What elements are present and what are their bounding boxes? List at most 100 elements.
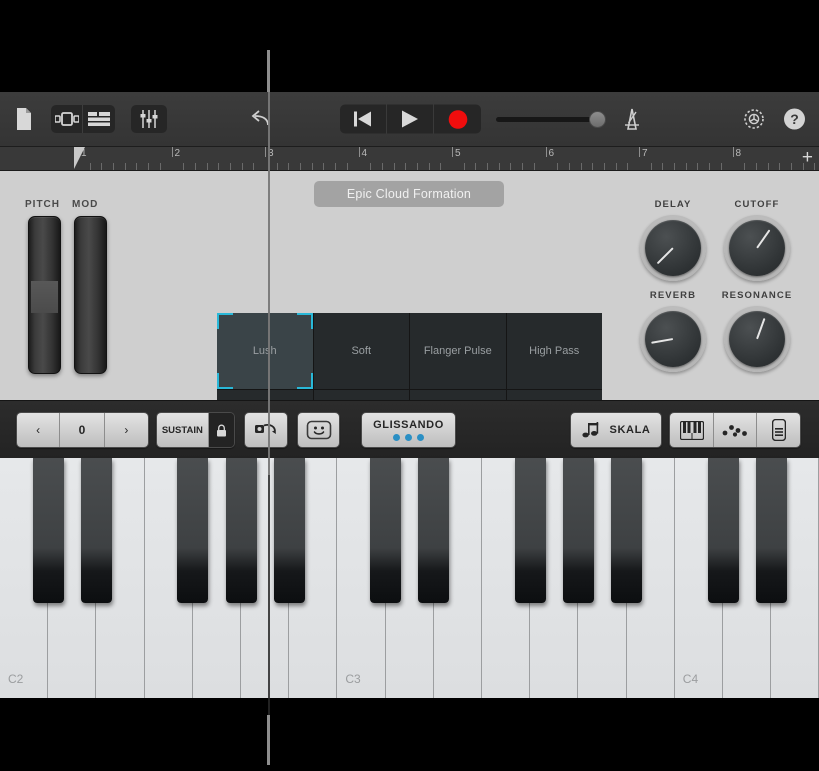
master-volume-slider[interactable] (496, 108, 606, 130)
cutoff-knob[interactable] (724, 215, 790, 281)
ruler-sub-tick (276, 163, 278, 170)
ruler-sub-tick (218, 163, 220, 170)
rewind-button[interactable] (340, 104, 387, 134)
ruler-sub-tick (381, 163, 383, 170)
ruler-sub-tick (124, 163, 126, 170)
ruler-sub-tick (697, 163, 699, 170)
ruler-sub-tick (101, 163, 103, 170)
ruler-sub-tick (755, 163, 757, 170)
resonance-knob-cap (729, 311, 785, 367)
ruler-sub-tick (662, 163, 664, 170)
preset-name-button[interactable]: Epic Cloud Formation (314, 181, 504, 207)
ruler-sub-tick (323, 163, 325, 170)
octave-up-button[interactable]: › (104, 413, 148, 447)
black-key[interactable] (370, 458, 402, 603)
undo-icon[interactable] (248, 110, 270, 128)
pad-label: Flanger Pulse (423, 345, 492, 357)
mod-wheel-label: MOD (72, 199, 99, 210)
resonance-knob-indicator (756, 317, 766, 340)
playhead[interactable] (74, 147, 85, 169)
delay-knob[interactable] (640, 215, 706, 281)
ruler-sub-tick (790, 163, 792, 170)
ruler-sub-tick (767, 163, 769, 170)
ruler-bar-tick (452, 147, 453, 157)
resonance-knob[interactable] (724, 306, 790, 372)
ruler-sub-tick (229, 163, 231, 170)
glissando-dot (404, 434, 412, 441)
glissando-button[interactable]: GLISSANDO (361, 412, 456, 448)
ruler-bar-tick (265, 147, 266, 157)
black-key[interactable] (755, 458, 787, 603)
play-button[interactable] (387, 104, 434, 134)
black-key[interactable] (177, 458, 209, 603)
black-key[interactable] (418, 458, 450, 603)
ruler-sub-tick (300, 163, 302, 170)
black-key[interactable] (514, 458, 546, 603)
ruler-sub-tick (405, 163, 407, 170)
black-key[interactable] (273, 458, 305, 603)
ruler-sub-tick (568, 163, 570, 170)
transport-controls (340, 104, 481, 134)
keyboard-control-bar: ‹ 0 › SUSTAIN GLISSANDO SKALA (0, 400, 819, 458)
gear-icon[interactable] (742, 107, 766, 131)
arpeggiator-button[interactable] (244, 412, 288, 448)
sustain-button[interactable]: SUSTAIN (157, 413, 209, 447)
glissando-dot (416, 434, 424, 441)
mixer-icon[interactable] (131, 105, 167, 133)
pad-0[interactable]: Lush (217, 313, 313, 389)
ruler-sub-tick (603, 163, 605, 170)
ruler-sub-tick (311, 163, 313, 170)
pad-2[interactable]: Flanger Pulse (410, 313, 506, 389)
scale-label: SKALA (609, 424, 651, 436)
record-button[interactable] (434, 105, 481, 134)
ruler-bar-tick (358, 147, 360, 157)
ruler-sub-tick (393, 163, 395, 170)
document-icon[interactable] (14, 107, 34, 131)
octave-label: C4 (682, 672, 699, 686)
black-key[interactable] (80, 458, 112, 603)
octave-down-button[interactable]: ‹ (17, 413, 61, 447)
black-key[interactable] (562, 458, 594, 603)
ruler-sub-tick (136, 163, 138, 170)
ruler-bar-number: 2 (174, 148, 181, 159)
black-key[interactable] (707, 458, 739, 603)
pad-label: High Pass (529, 345, 580, 357)
timeline-ruler[interactable]: 12345678 + (0, 147, 819, 171)
add-track-button[interactable]: + (802, 148, 813, 168)
help-button[interactable]: ? (783, 108, 806, 131)
ruler-sub-tick (475, 163, 477, 170)
pad-1[interactable]: Soft (313, 313, 409, 389)
black-key[interactable] (611, 458, 643, 603)
screenshot-root: ? 12345678 + Epic Cloud Formation PITCH … (0, 0, 819, 771)
ruler-sub-tick (510, 163, 512, 170)
mod-wheel[interactable] (74, 216, 107, 374)
ruler-bar-number: 5 (455, 148, 461, 159)
instrument-panel: Epic Cloud Formation PITCH MOD Lush Soft F… (0, 171, 819, 480)
ruler-sub-tick (183, 163, 185, 170)
octave-value: 0 (60, 413, 105, 447)
ruler-sub-tick (615, 163, 617, 170)
keyboard-view-icon[interactable] (670, 413, 714, 447)
scale-button[interactable]: SKALA (570, 412, 662, 448)
ruler-sub-tick (627, 163, 629, 170)
black-key[interactable] (32, 458, 64, 603)
library-icon[interactable] (51, 105, 83, 133)
ruler-sub-tick (159, 163, 161, 170)
reverb-knob[interactable] (640, 306, 706, 372)
volume-knob[interactable] (589, 110, 606, 128)
velocity-button[interactable] (297, 412, 340, 448)
pad-label: Soft (351, 345, 372, 357)
pitch-wheel-label: PITCH (25, 199, 60, 210)
ruler-sub-tick (557, 163, 559, 170)
pad-3[interactable]: High Pass (506, 313, 602, 389)
callout-line-bottom (267, 715, 270, 765)
piano-keyboard[interactable]: C2 C3 C4 (0, 458, 819, 715)
ruler-sub-tick (288, 163, 290, 170)
black-key[interactable] (225, 458, 257, 603)
pitch-wheel[interactable] (28, 216, 61, 374)
metronome-icon[interactable] (620, 108, 644, 130)
tracks-view-icon[interactable] (83, 105, 115, 133)
control-strip-icon[interactable] (757, 413, 800, 447)
chords-view-icon[interactable] (714, 413, 757, 447)
sustain-lock-button[interactable] (208, 413, 234, 447)
